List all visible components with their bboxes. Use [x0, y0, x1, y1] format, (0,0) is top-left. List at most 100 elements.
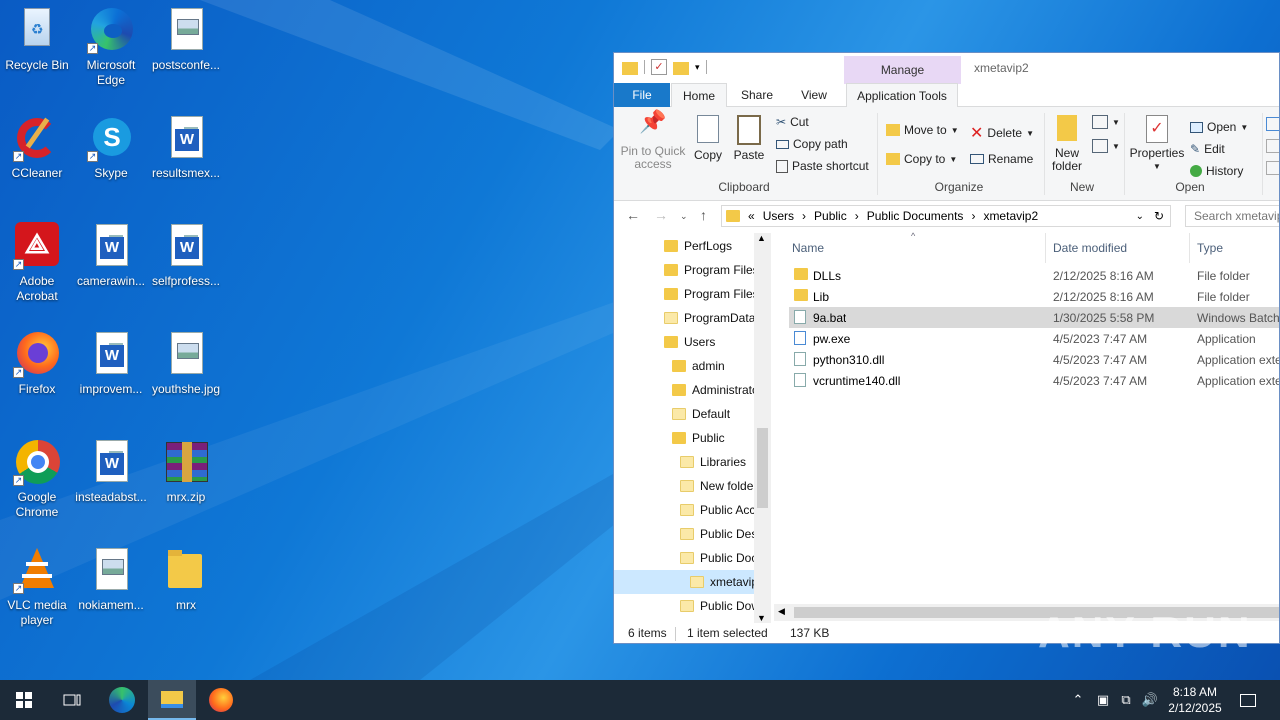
breadcrumb-users[interactable]: Users — [763, 209, 794, 223]
breadcrumb-public-documents[interactable]: Public Documents — [867, 209, 964, 223]
desktop-icon-firefox[interactable]: ↗ Firefox — [0, 330, 74, 397]
tree-item-programdata[interactable]: ProgramData — [614, 306, 755, 330]
desktop-icon-adobe-acrobat[interactable]: ⟁ ↗ Adobe Acrobat — [0, 222, 74, 304]
navigation-pane[interactable]: PerfLogs Program Files Program Files (x86)… — [614, 233, 770, 623]
new-folder-icon[interactable] — [673, 61, 689, 75]
tab-share[interactable]: Share — [732, 83, 782, 108]
paste-shortcut-button[interactable]: Paste shortcut — [776, 159, 869, 173]
breadcrumb-xmetavip2[interactable]: xmetavip2 — [983, 209, 1038, 223]
volume-icon[interactable]: 🔊 — [1140, 680, 1160, 720]
column-header-type[interactable]: Type — [1197, 241, 1223, 255]
qat-dropdown-icon[interactable]: ▾ — [695, 62, 700, 73]
breadcrumb-prefix[interactable]: « — [748, 209, 755, 223]
desktop-icon-recycle-bin[interactable]: ♻ Recycle Bin — [0, 6, 74, 73]
tree-item-libraries[interactable]: Libraries — [614, 450, 754, 474]
taskbar-firefox[interactable] — [197, 680, 245, 720]
copy-to-button[interactable]: Copy to ▼ — [886, 152, 957, 166]
tab-home[interactable]: Home — [671, 83, 727, 108]
new-folder-button[interactable]: New folder — [1048, 115, 1086, 173]
taskbar-edge[interactable] — [98, 680, 146, 720]
tree-item-public-account-pictures[interactable]: Public Account Pictures — [614, 498, 770, 522]
invert-selection-icon[interactable] — [1266, 161, 1279, 175]
file-row[interactable]: 9a.bat 1/30/2025 5:58 PM Windows Batch Fil… — [789, 307, 1279, 328]
start-button[interactable] — [0, 680, 48, 720]
search-input[interactable]: Search xmetavip2 — [1185, 205, 1279, 227]
show-hidden-icons-button[interactable]: ⌃ — [1068, 680, 1088, 720]
scroll-up-icon[interactable]: ▲ — [757, 233, 766, 243]
select-none-icon[interactable] — [1266, 139, 1279, 153]
tree-item-new-folder[interactable]: New folder — [614, 474, 757, 498]
desktop-icon-selfprofess[interactable]: Wselfprofess... — [149, 222, 223, 289]
desktop-icon-microsoft-edge[interactable]: ↗ Microsoft Edge — [74, 6, 148, 88]
properties-button[interactable]: ✓ Properties ▼ — [1128, 115, 1186, 173]
address-bar[interactable]: « Users › Public › Public Documents › xm… — [721, 205, 1171, 227]
desktop-icon-vlc-media-player[interactable]: ↗ VLC media player — [0, 546, 74, 628]
tree-item-default[interactable]: Default — [614, 402, 754, 426]
file-row[interactable]: python310.dll 4/5/2023 7:47 AM Application… — [789, 349, 1279, 370]
scroll-left-icon[interactable]: ◀ — [778, 606, 785, 617]
title-bar[interactable]: ✓ ▾ Manage xmetavip2 — [614, 53, 1279, 84]
tree-item-admin[interactable]: admin — [614, 354, 754, 378]
pin-to-quick-access-button[interactable]: 📌 Pin to Quick access — [620, 111, 686, 171]
tree-item-program-files-x86-[interactable]: Program Files (x86) — [614, 282, 770, 306]
desktop-icon-mrx-zip[interactable]: mrx.zip — [149, 438, 223, 505]
properties-check-icon[interactable]: ✓ — [651, 59, 667, 75]
tab-view[interactable]: View — [789, 83, 839, 108]
desktop-icon-camerawin[interactable]: Wcamerawin... — [74, 222, 148, 289]
edit-button[interactable]: ✎ Edit — [1190, 142, 1225, 156]
desktop-icon-postsconfe[interactable]: postsconfe... — [149, 6, 223, 73]
tab-application-tools[interactable]: Application Tools — [846, 83, 958, 107]
tray-device-icon[interactable]: ▣ — [1094, 680, 1112, 720]
copy-path-button[interactable]: Copy path — [776, 137, 848, 151]
desktop-icon-improvem[interactable]: Wimprovem... — [74, 330, 148, 397]
open-button[interactable]: Open ▼ — [1190, 120, 1248, 134]
desktop-icon-skype[interactable]: S ↗ Skype — [74, 114, 148, 181]
file-explorer-window[interactable]: ✓ ▾ Manage xmetavip2 File Home Share Vie… — [613, 52, 1280, 644]
file-row[interactable]: vcruntime140.dll 4/5/2023 7:47 AM Applicat… — [789, 370, 1279, 391]
rename-button[interactable]: Rename — [970, 152, 1033, 166]
paste-button[interactable]: Paste — [732, 115, 766, 162]
file-row[interactable]: Lib 2/12/2025 8:16 AM File folder — [789, 286, 1279, 307]
refresh-icon[interactable]: ↻ — [1154, 209, 1164, 223]
delete-button[interactable]: ✕ Delete ▼ — [970, 123, 1034, 143]
up-button[interactable]: ↑ — [700, 207, 707, 223]
file-row[interactable]: DLLs 2/12/2025 8:16 AM File folder — [789, 265, 1279, 286]
new-item-button[interactable]: ▼ — [1092, 115, 1120, 129]
tree-item-public-documents[interactable]: Public Documents — [614, 546, 770, 570]
tree-item-public[interactable]: Public — [614, 426, 754, 450]
easy-access-button[interactable]: ▼ — [1092, 139, 1120, 153]
scrollbar-thumb[interactable] — [757, 428, 768, 508]
navigation-scrollbar[interactable]: ▲ ▼ — [754, 233, 771, 623]
manage-contextual-tab[interactable]: Manage — [844, 56, 961, 84]
breadcrumb-public[interactable]: Public — [814, 209, 847, 223]
history-button[interactable]: History — [1190, 164, 1243, 178]
desktop-icon-nokiamem[interactable]: nokiamem... — [74, 546, 148, 613]
tree-item-public-downloads[interactable]: Public Downloads — [614, 594, 770, 618]
taskbar-file-explorer[interactable] — [148, 680, 196, 720]
recent-locations-button[interactable]: ⌄ — [680, 211, 688, 222]
desktop-icon-mrx[interactable]: mrx — [149, 546, 223, 613]
desktop-icon-ccleaner[interactable]: ↗ CCleaner — [0, 114, 74, 181]
column-header-name[interactable]: Name — [792, 241, 824, 255]
select-all-icon[interactable] — [1266, 117, 1279, 131]
tree-item-program-files[interactable]: Program Files — [614, 258, 759, 282]
scroll-down-icon[interactable]: ▼ — [757, 613, 766, 623]
address-dropdown-icon[interactable]: ⌄ — [1136, 211, 1144, 222]
desktop-icon-google-chrome[interactable]: ↗ Google Chrome — [0, 438, 74, 520]
file-row[interactable]: pw.exe 4/5/2023 7:47 AM Application — [789, 328, 1279, 349]
task-view-button[interactable] — [48, 680, 96, 720]
column-header-date[interactable]: Date modified — [1053, 241, 1127, 255]
network-icon[interactable]: ⧉ — [1116, 680, 1136, 720]
tree-item-xmetavip2[interactable]: xmetavip2 — [614, 570, 765, 594]
action-center-button[interactable] — [1236, 680, 1260, 720]
desktop-icon-resultsmex[interactable]: Wresultsmex... — [149, 114, 223, 181]
desktop-icon-youthshe-jpg[interactable]: youthshe.jpg — [149, 330, 223, 397]
clock[interactable]: 8:18 AM 2/12/2025 — [1160, 684, 1230, 716]
back-button[interactable]: ← — [626, 207, 640, 223]
copy-button[interactable]: Copy — [692, 115, 724, 162]
move-to-button[interactable]: Move to ▼ — [886, 123, 959, 137]
file-list[interactable]: ^ Name Date modified Type DLLs 2/12/2025 … — [789, 231, 1279, 623]
tree-item-perflogs[interactable]: PerfLogs — [614, 234, 754, 258]
cut-button[interactable]: ✂ Cut — [776, 115, 809, 129]
tab-file[interactable]: File — [614, 83, 670, 108]
